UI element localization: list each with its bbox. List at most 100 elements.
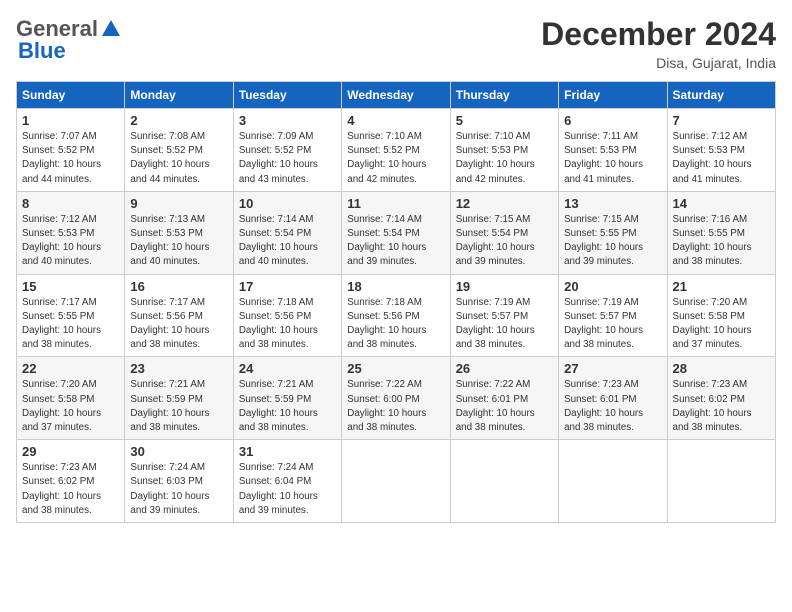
day-info: Sunrise: 7:21 AMSunset: 5:59 PMDaylight:…	[130, 378, 227, 435]
day-number: 17	[239, 279, 336, 294]
day-number: 21	[673, 279, 770, 294]
day-info: Sunrise: 7:12 AMSunset: 5:53 PMDaylight:…	[673, 130, 770, 187]
calendar-week-row: 1 Sunrise: 7:07 AMSunset: 5:52 PMDayligh…	[17, 109, 776, 192]
day-info: Sunrise: 7:23 AMSunset: 6:02 PMDaylight:…	[673, 378, 770, 435]
col-saturday: Saturday	[667, 82, 775, 109]
calendar-header-row: Sunday Monday Tuesday Wednesday Thursday…	[17, 82, 776, 109]
day-number: 31	[239, 444, 336, 459]
day-number: 10	[239, 196, 336, 211]
day-info: Sunrise: 7:16 AMSunset: 5:55 PMDaylight:…	[673, 213, 770, 270]
calendar-cell-21: 21 Sunrise: 7:20 AMSunset: 5:58 PMDaylig…	[667, 274, 775, 357]
day-info: Sunrise: 7:15 AMSunset: 5:54 PMDaylight:…	[456, 213, 553, 270]
day-number: 11	[347, 196, 444, 211]
calendar-cell-12: 12 Sunrise: 7:15 AMSunset: 5:54 PMDaylig…	[450, 191, 558, 274]
calendar-cell-5: 5 Sunrise: 7:10 AMSunset: 5:53 PMDayligh…	[450, 109, 558, 192]
calendar-cell-empty	[342, 440, 450, 523]
day-info: Sunrise: 7:24 AMSunset: 6:04 PMDaylight:…	[239, 461, 336, 518]
day-number: 5	[456, 113, 553, 128]
col-wednesday: Wednesday	[342, 82, 450, 109]
calendar-week-row: 8 Sunrise: 7:12 AMSunset: 5:53 PMDayligh…	[17, 191, 776, 274]
day-number: 12	[456, 196, 553, 211]
day-number: 20	[564, 279, 661, 294]
location: Disa, Gujarat, India	[541, 55, 776, 71]
logo-icon	[100, 18, 122, 40]
day-number: 7	[673, 113, 770, 128]
day-number: 23	[130, 361, 227, 376]
day-number: 30	[130, 444, 227, 459]
day-info: Sunrise: 7:24 AMSunset: 6:03 PMDaylight:…	[130, 461, 227, 518]
calendar-cell-3: 3 Sunrise: 7:09 AMSunset: 5:52 PMDayligh…	[233, 109, 341, 192]
day-info: Sunrise: 7:21 AMSunset: 5:59 PMDaylight:…	[239, 378, 336, 435]
calendar-cell-7: 7 Sunrise: 7:12 AMSunset: 5:53 PMDayligh…	[667, 109, 775, 192]
calendar-cell-17: 17 Sunrise: 7:18 AMSunset: 5:56 PMDaylig…	[233, 274, 341, 357]
calendar-week-row: 15 Sunrise: 7:17 AMSunset: 5:55 PMDaylig…	[17, 274, 776, 357]
calendar-table: Sunday Monday Tuesday Wednesday Thursday…	[16, 81, 776, 523]
day-number: 8	[22, 196, 119, 211]
day-number: 13	[564, 196, 661, 211]
day-number: 24	[239, 361, 336, 376]
title-section: December 2024 Disa, Gujarat, India	[541, 16, 776, 71]
day-number: 14	[673, 196, 770, 211]
calendar-cell-20: 20 Sunrise: 7:19 AMSunset: 5:57 PMDaylig…	[559, 274, 667, 357]
calendar-cell-10: 10 Sunrise: 7:14 AMSunset: 5:54 PMDaylig…	[233, 191, 341, 274]
day-number: 18	[347, 279, 444, 294]
day-info: Sunrise: 7:20 AMSunset: 5:58 PMDaylight:…	[673, 296, 770, 353]
calendar-cell-16: 16 Sunrise: 7:17 AMSunset: 5:56 PMDaylig…	[125, 274, 233, 357]
day-info: Sunrise: 7:07 AMSunset: 5:52 PMDaylight:…	[22, 130, 119, 187]
day-info: Sunrise: 7:19 AMSunset: 5:57 PMDaylight:…	[564, 296, 661, 353]
calendar-cell-9: 9 Sunrise: 7:13 AMSunset: 5:53 PMDayligh…	[125, 191, 233, 274]
col-tuesday: Tuesday	[233, 82, 341, 109]
calendar-cell-1: 1 Sunrise: 7:07 AMSunset: 5:52 PMDayligh…	[17, 109, 125, 192]
day-info: Sunrise: 7:14 AMSunset: 5:54 PMDaylight:…	[347, 213, 444, 270]
day-info: Sunrise: 7:10 AMSunset: 5:53 PMDaylight:…	[456, 130, 553, 187]
day-info: Sunrise: 7:14 AMSunset: 5:54 PMDaylight:…	[239, 213, 336, 270]
day-number: 9	[130, 196, 227, 211]
day-info: Sunrise: 7:17 AMSunset: 5:55 PMDaylight:…	[22, 296, 119, 353]
calendar-cell-empty	[559, 440, 667, 523]
day-number: 29	[22, 444, 119, 459]
day-number: 22	[22, 361, 119, 376]
day-info: Sunrise: 7:22 AMSunset: 6:01 PMDaylight:…	[456, 378, 553, 435]
calendar-week-row: 29 Sunrise: 7:23 AMSunset: 6:02 PMDaylig…	[17, 440, 776, 523]
day-info: Sunrise: 7:17 AMSunset: 5:56 PMDaylight:…	[130, 296, 227, 353]
calendar-cell-29: 29 Sunrise: 7:23 AMSunset: 6:02 PMDaylig…	[17, 440, 125, 523]
logo: General Blue	[16, 16, 124, 64]
calendar-cell-31: 31 Sunrise: 7:24 AMSunset: 6:04 PMDaylig…	[233, 440, 341, 523]
day-info: Sunrise: 7:18 AMSunset: 5:56 PMDaylight:…	[239, 296, 336, 353]
calendar-cell-22: 22 Sunrise: 7:20 AMSunset: 5:58 PMDaylig…	[17, 357, 125, 440]
day-info: Sunrise: 7:19 AMSunset: 5:57 PMDaylight:…	[456, 296, 553, 353]
col-sunday: Sunday	[17, 82, 125, 109]
day-info: Sunrise: 7:08 AMSunset: 5:52 PMDaylight:…	[130, 130, 227, 187]
calendar-week-row: 22 Sunrise: 7:20 AMSunset: 5:58 PMDaylig…	[17, 357, 776, 440]
day-number: 3	[239, 113, 336, 128]
day-number: 16	[130, 279, 227, 294]
page-header: General Blue December 2024 Disa, Gujarat…	[16, 16, 776, 71]
calendar-cell-19: 19 Sunrise: 7:19 AMSunset: 5:57 PMDaylig…	[450, 274, 558, 357]
day-number: 15	[22, 279, 119, 294]
calendar-cell-6: 6 Sunrise: 7:11 AMSunset: 5:53 PMDayligh…	[559, 109, 667, 192]
calendar-cell-13: 13 Sunrise: 7:15 AMSunset: 5:55 PMDaylig…	[559, 191, 667, 274]
calendar-cell-15: 15 Sunrise: 7:17 AMSunset: 5:55 PMDaylig…	[17, 274, 125, 357]
month-title: December 2024	[541, 16, 776, 53]
calendar-cell-2: 2 Sunrise: 7:08 AMSunset: 5:52 PMDayligh…	[125, 109, 233, 192]
col-monday: Monday	[125, 82, 233, 109]
day-number: 19	[456, 279, 553, 294]
day-info: Sunrise: 7:22 AMSunset: 6:00 PMDaylight:…	[347, 378, 444, 435]
calendar-cell-23: 23 Sunrise: 7:21 AMSunset: 5:59 PMDaylig…	[125, 357, 233, 440]
day-number: 25	[347, 361, 444, 376]
calendar-cell-11: 11 Sunrise: 7:14 AMSunset: 5:54 PMDaylig…	[342, 191, 450, 274]
logo-blue-text: Blue	[18, 38, 66, 64]
day-number: 27	[564, 361, 661, 376]
day-number: 6	[564, 113, 661, 128]
day-number: 28	[673, 361, 770, 376]
day-info: Sunrise: 7:23 AMSunset: 6:02 PMDaylight:…	[22, 461, 119, 518]
day-number: 4	[347, 113, 444, 128]
day-info: Sunrise: 7:09 AMSunset: 5:52 PMDaylight:…	[239, 130, 336, 187]
calendar-cell-26: 26 Sunrise: 7:22 AMSunset: 6:01 PMDaylig…	[450, 357, 558, 440]
day-info: Sunrise: 7:10 AMSunset: 5:52 PMDaylight:…	[347, 130, 444, 187]
calendar-cell-27: 27 Sunrise: 7:23 AMSunset: 6:01 PMDaylig…	[559, 357, 667, 440]
calendar-cell-24: 24 Sunrise: 7:21 AMSunset: 5:59 PMDaylig…	[233, 357, 341, 440]
calendar-cell-18: 18 Sunrise: 7:18 AMSunset: 5:56 PMDaylig…	[342, 274, 450, 357]
day-info: Sunrise: 7:18 AMSunset: 5:56 PMDaylight:…	[347, 296, 444, 353]
col-friday: Friday	[559, 82, 667, 109]
